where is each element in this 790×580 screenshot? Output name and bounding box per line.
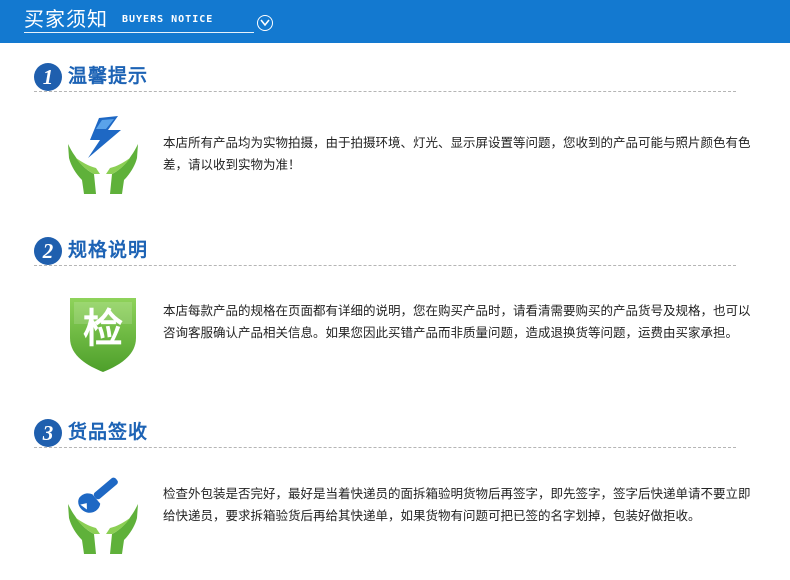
divider [34, 447, 736, 448]
section-number: 3 [34, 419, 62, 447]
section-title: 货品签收 [68, 421, 149, 443]
header-bar: 买家须知 BUYERS NOTICE [0, 0, 790, 43]
section-description: 检查外包装是否完好，最好是当着快递员的面拆箱验明货物后再签字，即先签字，签字后快… [163, 486, 751, 523]
chevron-down-icon[interactable] [257, 15, 273, 31]
section-number: 2 [34, 237, 62, 265]
inspect-char: 检 [83, 306, 123, 352]
inspect-shield-icon: 检 [66, 294, 140, 374]
section-description: 本店所有产品均为实物拍摄，由于拍摄环境、灯光、显示屏设置等问题，您收到的产品可能… [163, 135, 751, 172]
wrench-hands-icon [66, 474, 140, 554]
divider [34, 265, 736, 266]
section-number: 1 [34, 63, 62, 91]
page-subtitle: BUYERS NOTICE [122, 14, 214, 25]
section-title: 温馨提示 [68, 65, 149, 87]
lightning-hands-icon [66, 114, 140, 194]
title-underline [24, 32, 254, 33]
page-title: 买家须知 [24, 7, 108, 31]
divider [34, 91, 736, 92]
section-description: 本店每款产品的规格在页面都有详细的说明，您在购买产品时，请看清需要购买的产品货号… [163, 303, 751, 340]
section-title: 规格说明 [68, 239, 149, 261]
